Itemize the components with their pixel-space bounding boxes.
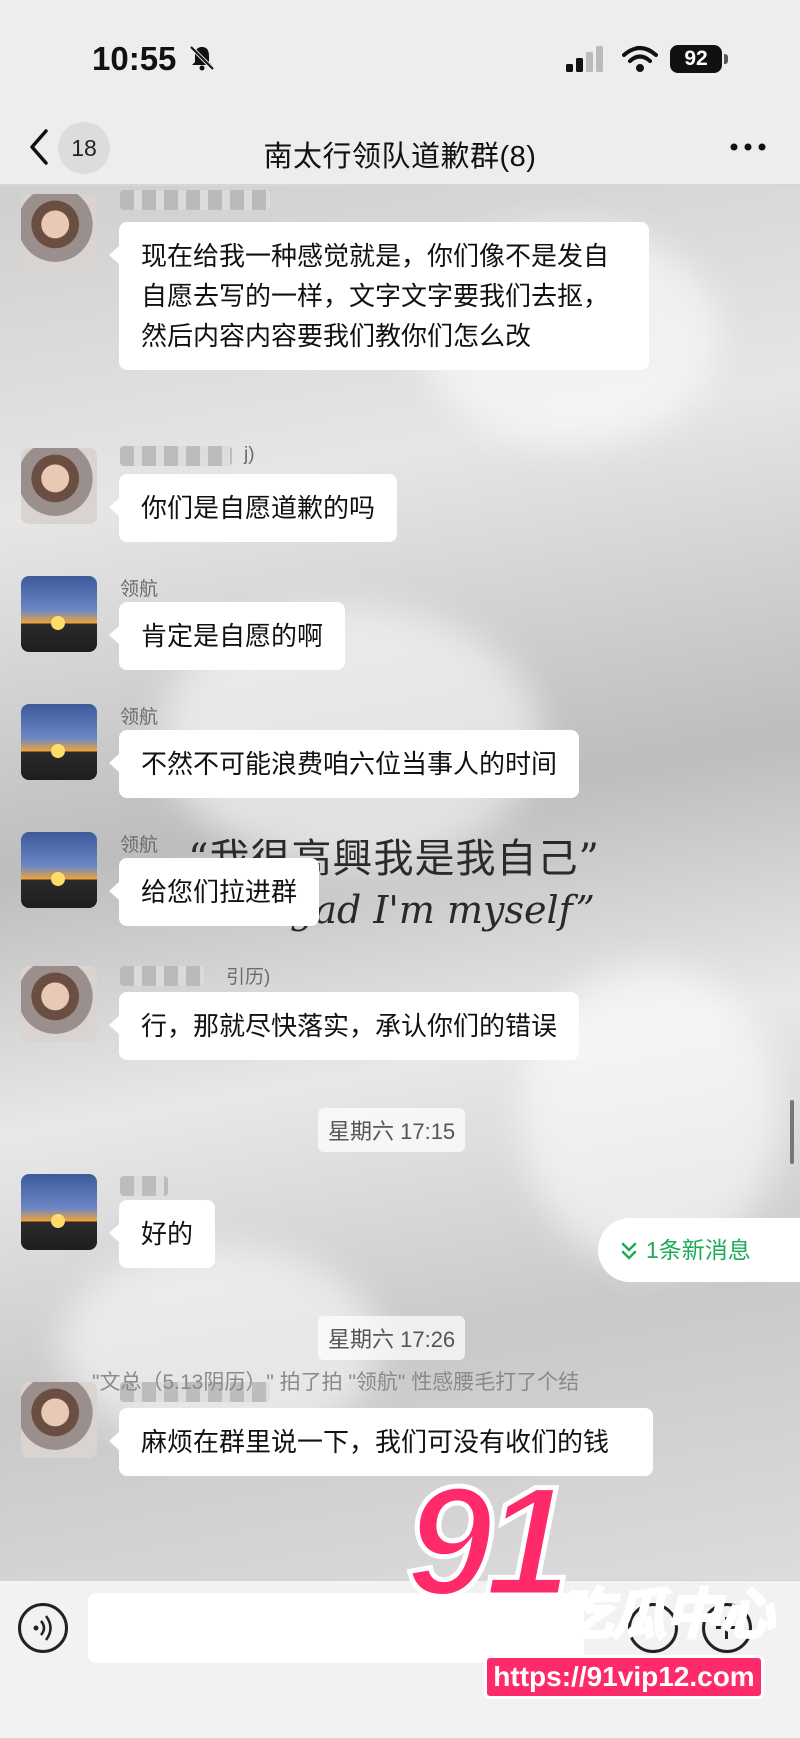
- message-bubble[interactable]: 你们是自愿道歉的吗: [108, 474, 398, 542]
- watermark-logo-number: 91: [404, 1455, 574, 1629]
- bell-muted-icon: [189, 45, 215, 71]
- chat-title: 南太行领队道歉群(8): [263, 141, 537, 173]
- sender-name: 领航: [120, 579, 159, 600]
- avatar[interactable]: [21, 1382, 97, 1458]
- chat-message-list[interactable]: “我很高興我是我自己” gad I'm myself” 现在给我一种感觉就是，你…: [0, 186, 800, 1580]
- background-quote-english: gad I'm myself”: [290, 888, 595, 932]
- chat-header: 18 南太行领队道歉群(8): [0, 115, 800, 185]
- sender-name-blurred: [120, 1176, 168, 1196]
- avatar[interactable]: [21, 832, 97, 908]
- avatar[interactable]: [21, 1174, 97, 1250]
- timestamp-divider: 星期六 17:26: [318, 1316, 466, 1360]
- message-bubble[interactable]: 好的: [108, 1200, 216, 1268]
- sender-name: j): [244, 444, 255, 465]
- sender-name-blurred: [120, 190, 270, 210]
- sender-name: 引历): [226, 967, 271, 988]
- wifi-icon: [622, 46, 658, 72]
- sender-name-blurred: [120, 966, 204, 986]
- status-bar: 10:55 92: [0, 0, 800, 115]
- battery-indicator: 92: [670, 45, 728, 73]
- watermark-brand-text: 吃瓜中心: [557, 1585, 776, 1645]
- sender-name-blurred: [120, 446, 232, 466]
- message-bubble[interactable]: 不然不可能浪费咱六位当事人的时间: [108, 730, 580, 798]
- avatar[interactable]: [21, 966, 97, 1042]
- voice-input-icon[interactable]: [18, 1603, 68, 1653]
- watermark-url: https://91vip12.com: [484, 1655, 764, 1699]
- avatar[interactable]: [21, 704, 97, 780]
- double-chevron-down-icon: [621, 1242, 637, 1260]
- avatar[interactable]: [21, 448, 97, 524]
- avatar[interactable]: [21, 194, 97, 270]
- avatar[interactable]: [21, 576, 97, 652]
- message-bubble[interactable]: 麻烦在群里说一下，我们可没有收们的钱: [109, 1408, 653, 1476]
- more-options-icon[interactable]: [728, 137, 768, 157]
- timestamp-divider: 星期六 17:15: [318, 1108, 466, 1152]
- status-time: 10:55: [92, 40, 177, 77]
- new-message-label: 1条新消息: [646, 1237, 751, 1263]
- system-pat-notice: "文总（5.13阴历）" 拍了拍 "领航" 性感腰毛打了个结: [92, 1371, 580, 1394]
- scrollbar[interactable]: [790, 1100, 794, 1164]
- sender-name: 领航: [120, 707, 159, 728]
- message-bubble[interactable]: 肯定是自愿的啊: [108, 602, 346, 670]
- new-message-button[interactable]: 1条新消息: [598, 1218, 800, 1282]
- sender-name: 领航: [120, 835, 159, 856]
- message-bubble[interactable]: 给您们拉进群: [108, 858, 320, 926]
- cellular-signal-icon: [566, 46, 603, 72]
- message-bubble[interactable]: 行，那就尽快落实，承认你们的错误: [108, 992, 580, 1060]
- message-bubble[interactable]: 现在给我一种感觉就是，你们像不是发自自愿去写的一样，文字文字要我们去抠，然后内容…: [109, 222, 649, 370]
